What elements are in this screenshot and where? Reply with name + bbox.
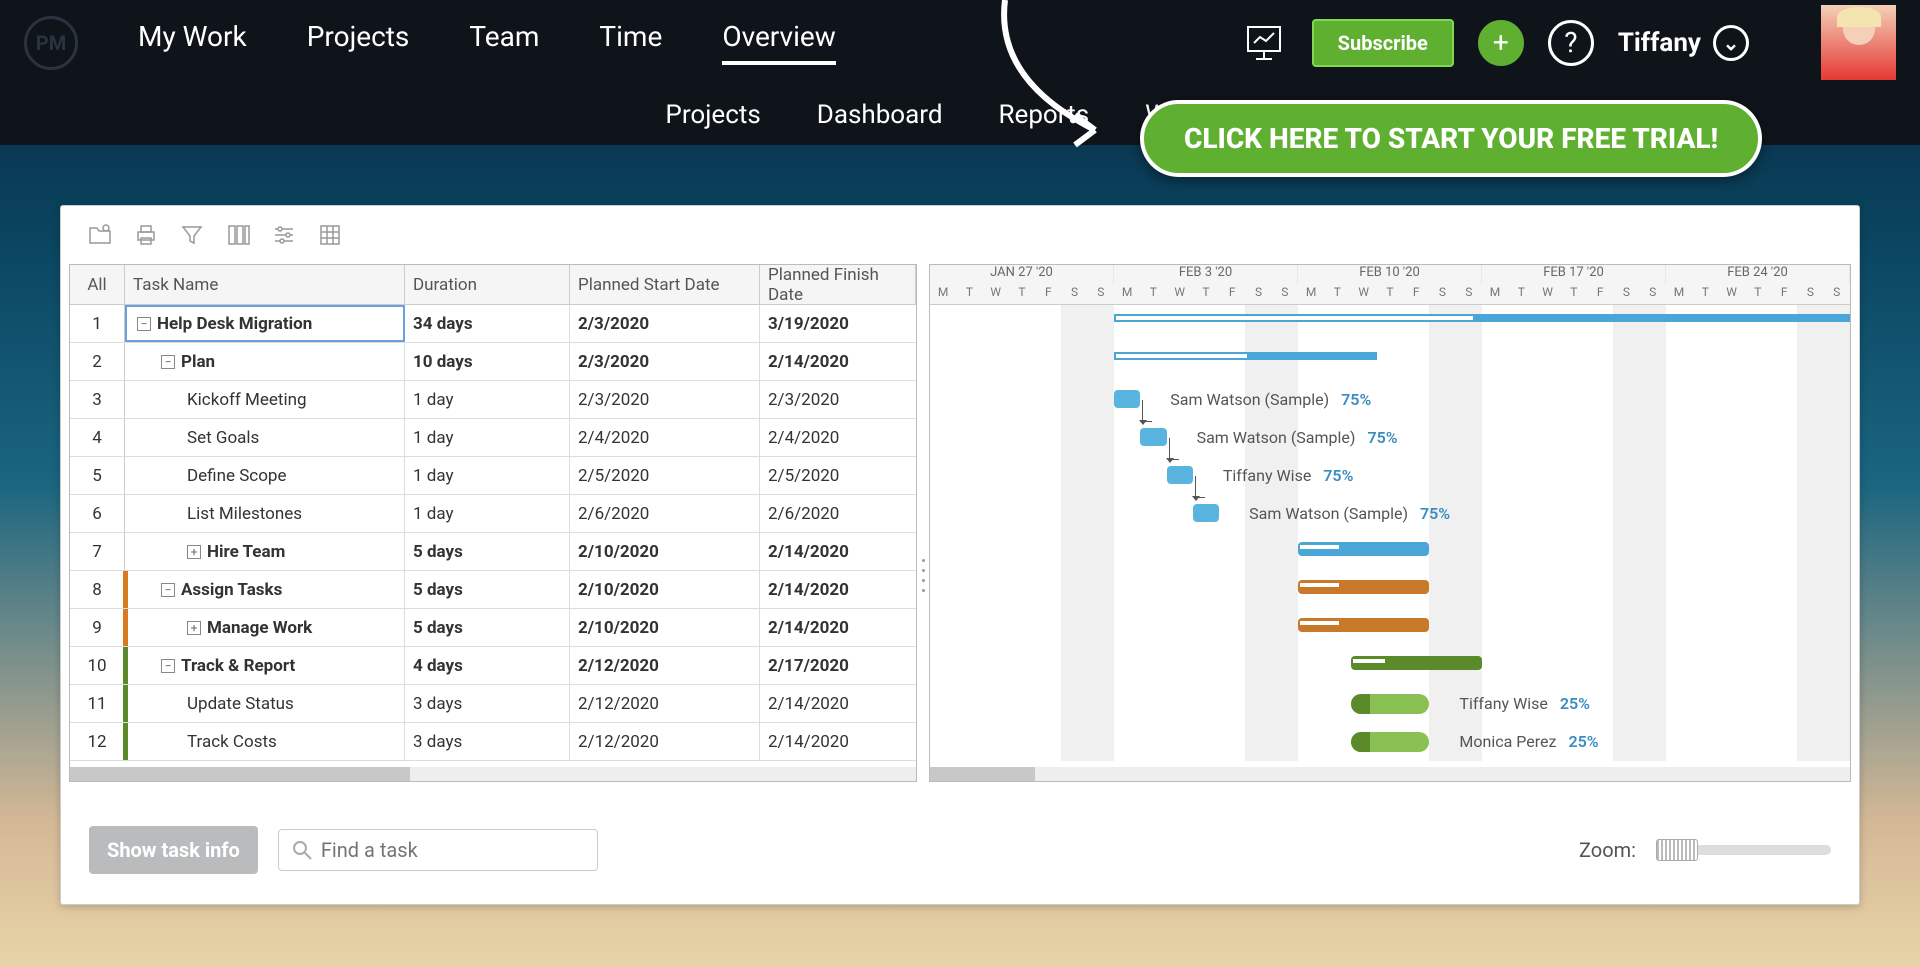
free-trial-button[interactable]: CLICK HERE TO START YOUR FREE TRIAL!: [1140, 100, 1762, 177]
folder-icon[interactable]: [85, 220, 115, 250]
expander-icon[interactable]: +: [187, 545, 201, 559]
gantt-hscroll[interactable]: [930, 767, 1850, 781]
subtab-projects[interactable]: Projects: [665, 100, 760, 130]
help-button[interactable]: ?: [1548, 20, 1594, 66]
zoom-label: Zoom:: [1579, 838, 1636, 862]
gantt-panel: All Task Name Duration Planned Start Dat…: [60, 205, 1860, 905]
table-row[interactable]: 1−Help Desk Migration34 days2/3/20203/19…: [70, 305, 916, 343]
split-handle[interactable]: [917, 555, 929, 595]
table-row[interactable]: 11Update Status3 days2/12/20202/14/2020: [70, 685, 916, 723]
table-row[interactable]: 6List Milestones1 day2/6/20202/6/2020: [70, 495, 916, 533]
col-start[interactable]: Planned Start Date: [570, 265, 760, 304]
table-row[interactable]: 2−Plan10 days2/3/20202/14/2020: [70, 343, 916, 381]
task-hscroll[interactable]: [70, 767, 916, 781]
table-row[interactable]: 7+Hire Team5 days2/10/20202/14/2020: [70, 533, 916, 571]
gantt-bar-label: Tiffany Wise 75%: [1223, 466, 1354, 485]
subscribe-button[interactable]: Subscribe: [1312, 19, 1454, 67]
toolbar: [61, 206, 1859, 264]
tab-my-work[interactable]: My Work: [138, 20, 247, 65]
columns-icon[interactable]: [223, 220, 253, 250]
gantt-bar-label: Sam Watson (Sample) 75%: [1197, 428, 1398, 447]
task-header: All Task Name Duration Planned Start Dat…: [70, 265, 916, 305]
bottom-bar: Show task info Zoom:: [61, 822, 1859, 878]
table-row[interactable]: 12Track Costs3 days2/12/20202/14/2020: [70, 723, 916, 761]
col-finish[interactable]: Planned Finish Date: [760, 265, 916, 304]
topnav-right: Subscribe + ? Tiffany ⌄: [1240, 5, 1896, 80]
tab-team[interactable]: Team: [469, 20, 539, 65]
gantt-bar-label: Tiffany Wise 25%: [1459, 694, 1590, 713]
main-tabs: My Work Projects Team Time Overview: [138, 20, 1240, 65]
expander-icon[interactable]: −: [137, 317, 151, 331]
settings-icon[interactable]: [269, 220, 299, 250]
gantt-bar-label: Sam Watson (Sample) 75%: [1170, 390, 1371, 409]
grid-icon[interactable]: [315, 220, 345, 250]
expander-icon[interactable]: −: [161, 583, 175, 597]
zoom-slider[interactable]: [1656, 845, 1831, 855]
table-row[interactable]: 3Kickoff Meeting1 day2/3/20202/3/2020: [70, 381, 916, 419]
logo[interactable]: PM: [24, 16, 78, 70]
chevron-down-icon: ⌄: [1713, 25, 1749, 61]
subtab-reports[interactable]: Reports: [999, 100, 1090, 130]
table-row[interactable]: 4Set Goals1 day2/4/20202/4/2020: [70, 419, 916, 457]
show-task-info-button[interactable]: Show task info: [89, 826, 258, 874]
table-row[interactable]: 9+Manage Work5 days2/10/20202/14/2020: [70, 609, 916, 647]
add-button[interactable]: +: [1478, 20, 1524, 66]
gantt-bar-label: Sam Watson (Sample) 75%: [1249, 504, 1450, 523]
task-body: 1−Help Desk Migration34 days2/3/20203/19…: [70, 305, 916, 767]
filter-icon[interactable]: [177, 220, 207, 250]
tab-projects[interactable]: Projects: [307, 20, 410, 65]
col-all[interactable]: All: [70, 265, 125, 304]
col-duration[interactable]: Duration: [405, 265, 570, 304]
grid-area: All Task Name Duration Planned Start Dat…: [69, 264, 1851, 782]
gantt-header: JAN 27 '20FEB 3 '20FEB 10 '20FEB 17 '20F…: [930, 265, 1850, 305]
user-menu[interactable]: Tiffany ⌄: [1618, 25, 1749, 61]
tab-time[interactable]: Time: [599, 20, 662, 65]
expander-icon[interactable]: +: [187, 621, 201, 635]
gantt-body[interactable]: Sam Watson (Sample) 75% Sam Watson (Sampl…: [930, 305, 1850, 761]
search-icon: [291, 839, 313, 861]
table-row[interactable]: 8−Assign Tasks5 days2/10/20202/14/2020: [70, 571, 916, 609]
subtab-dashboard[interactable]: Dashboard: [817, 100, 943, 130]
expander-icon[interactable]: −: [161, 659, 175, 673]
gantt-bar-label: Monica Perez 25%: [1459, 732, 1598, 751]
find-task-field[interactable]: [278, 829, 598, 871]
avatar[interactable]: [1821, 5, 1896, 80]
print-icon[interactable]: [131, 220, 161, 250]
top-nav: PM My Work Projects Team Time Overview S…: [0, 0, 1920, 85]
table-row[interactable]: 5Define Scope1 day2/5/20202/5/2020: [70, 457, 916, 495]
task-grid: All Task Name Duration Planned Start Dat…: [69, 264, 917, 782]
col-task[interactable]: Task Name: [125, 265, 405, 304]
table-row[interactable]: 10−Track & Report4 days2/12/20202/17/202…: [70, 647, 916, 685]
presentation-icon[interactable]: [1240, 19, 1288, 67]
find-task-input[interactable]: [321, 838, 585, 862]
expander-icon[interactable]: −: [161, 355, 175, 369]
tab-overview[interactable]: Overview: [722, 20, 836, 65]
zoom-thumb[interactable]: [1656, 839, 1698, 861]
gantt-chart: JAN 27 '20FEB 3 '20FEB 10 '20FEB 17 '20F…: [929, 264, 1851, 782]
user-name-label: Tiffany: [1618, 28, 1701, 58]
